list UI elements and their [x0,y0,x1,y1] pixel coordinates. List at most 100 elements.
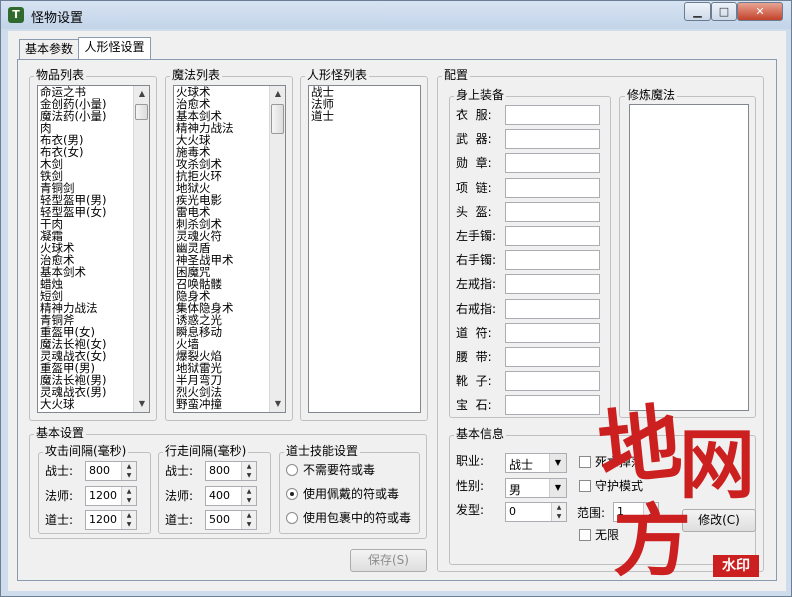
config-label: 配置 [442,68,471,82]
list-item[interactable]: 野蛮冲撞 [176,398,234,410]
equipment-slot-label: 宝 石: [456,398,492,413]
spin-buttons[interactable]: ▲ ▼ [241,462,256,480]
scroll-down-icon[interactable]: ▼ [270,396,285,412]
equipment-slot-field[interactable] [505,153,600,174]
spin-down-icon[interactable]: ▼ [552,512,566,521]
interval-value: 800 [209,464,230,477]
equipment-slot-label: 右手镯: [456,253,497,268]
spin-up-icon[interactable]: ▲ [242,511,256,520]
taoist-option-radio[interactable] [286,512,298,524]
equipment-slot-field[interactable] [505,226,600,246]
interval-value: 1200 [89,513,117,526]
chevron-down-icon[interactable]: ▼ [549,479,566,497]
interval-stepper[interactable]: 800 ▲ ▼ [85,461,137,481]
close-button[interactable]: ✕ [737,2,783,21]
taoist-option-radio[interactable] [286,464,298,476]
spin-down-icon[interactable]: ▼ [122,520,136,529]
interval-stepper[interactable]: 500 ▲ ▼ [205,510,257,530]
equipment-slot-label: 左手镯: [456,229,497,243]
equipment-slot-field[interactable] [505,201,600,222]
train-magic-label: 修炼魔法 [625,88,678,102]
spin-up-icon[interactable]: ▲ [122,511,136,520]
equipment-slot-label: 武 器: [456,132,492,147]
interval-stepper[interactable]: 1200 ▲ ▼ [85,485,137,506]
minimize-button[interactable]: ▁ [684,2,711,21]
equipment-slot-label: 腰 带: [456,350,492,364]
magic-scrollbar[interactable]: ▲ ▼ [269,86,285,412]
spin-buttons[interactable]: ▲ ▼ [121,486,136,505]
spin-buttons[interactable]: ▲ ▼ [121,511,136,529]
items-scrollbar[interactable]: ▲ ▼ [133,86,149,412]
list-item[interactable]: 大火球 [40,398,106,410]
magic-listbox[interactable]: 火球术 治愈术 基本剑术 精神力战法 大火球 施毒术 攻杀剑术 抗拒火环 地狱火 疾光电影 雷电术刺… [173,85,286,413]
equipment-slot-field[interactable] [505,395,600,416]
tab-basic-params[interactable]: 基本参数 [19,39,79,60]
watermark-stamp: 水印 [713,555,759,577]
death-drop-checkbox[interactable] [579,456,591,468]
interval-label: 战士: [45,464,74,478]
spin-down-icon[interactable]: ▼ [242,495,256,505]
equipment-slot-field[interactable] [505,250,600,271]
spin-down-icon[interactable]: ▼ [122,495,136,505]
maximize-button[interactable]: □ [711,2,737,21]
title-bar[interactable]: T 怪物设置 ▁ □ ✕ [1,1,791,29]
scroll-up-icon[interactable]: ▲ [270,86,285,102]
scroll-down-icon[interactable]: ▼ [134,396,149,412]
watermark-char-3: 方 [613,496,692,587]
hair-stepper[interactable]: 0 ▲ ▼ [505,502,567,522]
spin-down-icon[interactable]: ▼ [242,520,256,529]
interval-value: 800 [89,464,110,477]
interval-stepper[interactable]: 400 ▲ ▼ [205,485,257,506]
items-listbox[interactable]: 命运之书 金创药(小量) 魔法药(小量) 肉布衣(男) 布衣(女) 木剑 铁剑 青铜剑 轻型盔甲… [37,85,150,413]
interval-label: 战士: [165,464,194,478]
equipment-slot-field[interactable] [505,177,600,198]
job-label: 职业: [456,454,485,468]
watermark-char-1: 地 [594,393,686,499]
spin-up-icon[interactable]: ▲ [122,462,136,471]
tab-humanoid-settings[interactable]: 人形怪设置 [78,37,151,60]
job-select[interactable]: 战士 ▼ [505,453,567,473]
hair-value: 0 [509,505,516,518]
equipment-slot-field[interactable] [505,105,600,125]
humanoid-listbox[interactable]: 战士 法师 道士 [308,85,421,413]
spin-up-icon[interactable]: ▲ [552,503,566,512]
equipment-slot-label: 勋 章: [456,156,492,171]
hair-label: 发型: [456,503,485,517]
walk-interval-label: 行走间隔(毫秒) [163,444,249,458]
spin-up-icon[interactable]: ▲ [122,486,136,496]
interval-value: 1200 [89,488,117,502]
basic-settings-label: 基本设置 [34,426,87,440]
gender-select[interactable]: 男 ▼ [505,478,567,498]
equipment-slot-field[interactable] [505,129,600,150]
equipment-slot-label: 头 盔: [456,204,492,219]
taoist-option-label: 使用佩戴的符或毒 [303,487,400,501]
equipment-label: 身上装备 [454,88,507,102]
interval-stepper[interactable]: 1200 ▲ ▼ [85,510,137,530]
equipment-slot-field[interactable] [505,371,600,392]
scroll-up-icon[interactable]: ▲ [134,86,149,102]
spin-down-icon[interactable]: ▼ [122,471,136,480]
interval-stepper[interactable]: 800 ▲ ▼ [205,461,257,481]
taoist-option-radio[interactable] [286,488,298,500]
scroll-thumb[interactable] [135,104,148,120]
equipment-slot-field[interactable] [505,322,600,343]
modify-button[interactable]: 修改(C) [682,509,756,532]
equipment-slot-field[interactable] [505,274,600,295]
equipment-slot-field[interactable] [505,298,600,319]
scroll-thumb[interactable] [271,104,284,134]
spin-buttons[interactable]: ▲ ▼ [121,462,136,480]
chevron-down-icon[interactable]: ▼ [549,454,566,472]
spin-up-icon[interactable]: ▲ [242,462,256,471]
unlimited-checkbox[interactable] [579,529,591,541]
guard-mode-checkbox[interactable] [579,480,591,492]
spin-buttons[interactable]: ▲ ▼ [241,511,256,529]
spin-up-icon[interactable]: ▲ [242,486,256,496]
spin-buttons[interactable]: ▲ ▼ [241,486,256,505]
taoist-option-label: 不需要符或毒 [303,463,376,477]
spin-down-icon[interactable]: ▼ [242,471,256,480]
main-window: T 怪物设置 ▁ □ ✕ 基本参数 人形怪设置 物品列表 命运之书 金创药(小量)… [0,0,792,597]
train-magic-listbox[interactable] [629,104,749,411]
equipment-slot-field[interactable] [505,347,600,367]
save-button[interactable]: 保存(S) [350,549,427,572]
list-item[interactable]: 道士 [311,110,334,122]
